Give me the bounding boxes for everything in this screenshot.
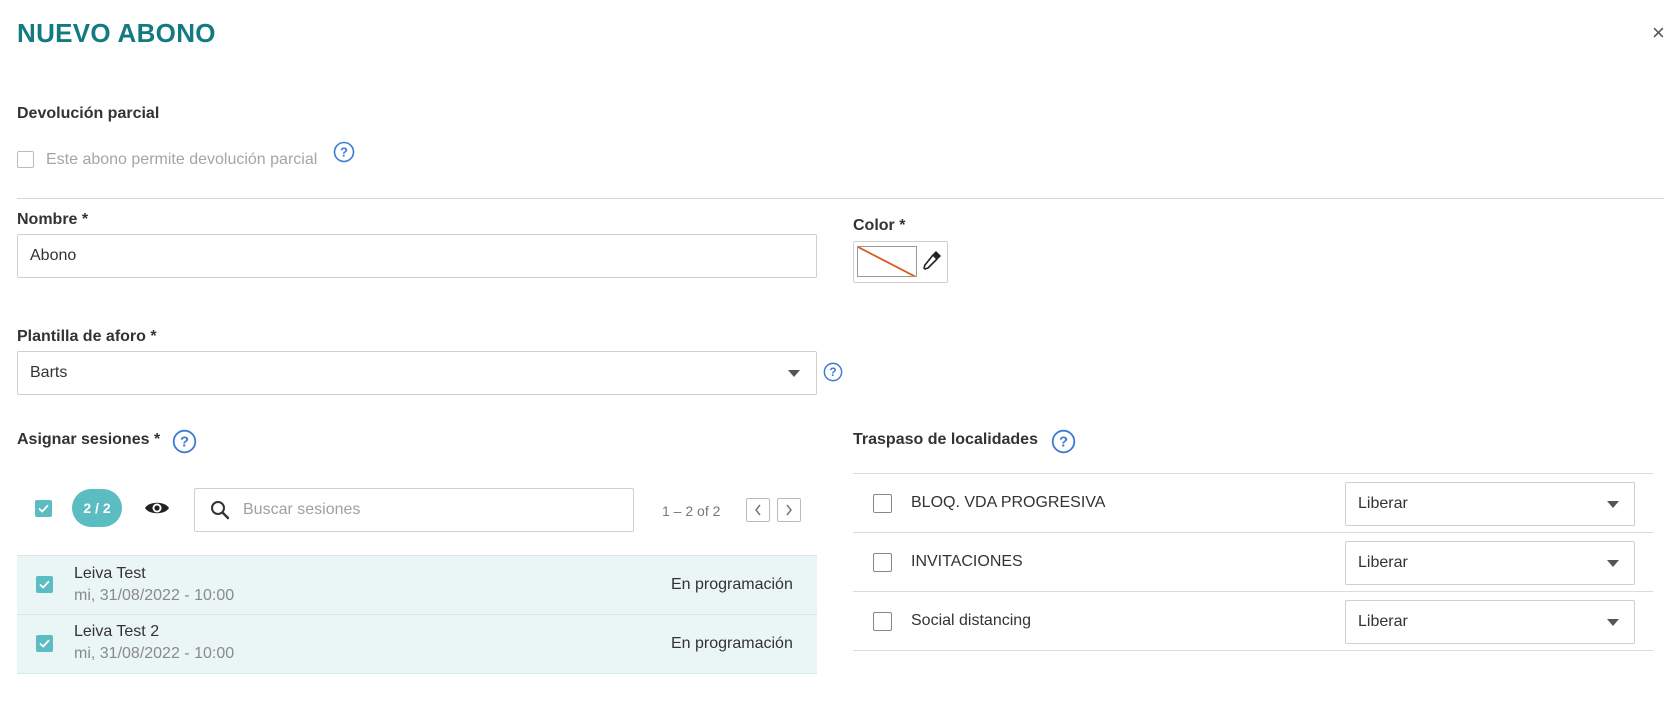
name-input-value: Abono	[30, 247, 77, 264]
select-all-sessions-checkbox[interactable]	[35, 500, 52, 517]
transfer-heading: Traspaso de localidades	[853, 431, 1038, 448]
transfer-label: INVITACIONES	[911, 553, 1023, 570]
chevron-left-icon	[755, 504, 761, 516]
transfer-option-select[interactable]: Liberar	[1345, 600, 1635, 644]
session-date: mi, 31/08/2022 - 10:00	[74, 587, 235, 604]
divider	[853, 650, 1653, 651]
divider	[853, 532, 1653, 533]
dialog-title: NUEVO ABONO	[17, 18, 216, 48]
partial-refund-label: Este abono permite devolución parcial	[46, 151, 318, 168]
eye-icon[interactable]	[143, 497, 171, 519]
pagination-text: 1 – 2 of 2	[662, 503, 721, 519]
session-status: En programación	[671, 576, 793, 593]
transfer-label: Social distancing	[911, 612, 1032, 629]
svg-text:?: ?	[180, 435, 189, 451]
svg-text:?: ?	[829, 365, 836, 379]
sessions-heading: Asignar sesiones *	[17, 431, 161, 448]
chevron-down-icon	[1607, 619, 1619, 626]
chevron-down-icon	[1607, 560, 1619, 567]
svg-text:?: ?	[1059, 435, 1068, 451]
chevron-right-icon	[786, 504, 792, 516]
selected-count-badge[interactable]: 2 / 2	[72, 489, 122, 527]
capacity-template-label: Plantilla de aforo *	[17, 328, 157, 345]
help-icon[interactable]: ?	[172, 429, 197, 454]
transfer-option-value: Liberar	[1358, 554, 1408, 571]
transfer-label: BLOQ. VDA PROGRESIVA	[911, 494, 1106, 511]
transfer-checkbox[interactable]	[873, 553, 892, 572]
name-label: Nombre *	[17, 211, 89, 228]
transfer-option-value: Liberar	[1358, 495, 1408, 512]
divider	[853, 473, 1653, 474]
name-input[interactable]: Abono	[17, 234, 817, 278]
session-search-input[interactable]: Buscar sesiones	[194, 488, 634, 532]
session-title: Leiva Test	[74, 565, 146, 582]
chevron-down-icon	[788, 370, 800, 377]
partial-refund-heading: Devolución parcial	[17, 105, 160, 122]
session-title: Leiva Test 2	[74, 623, 160, 640]
eyedropper-icon[interactable]	[921, 249, 943, 271]
help-icon[interactable]: ?	[333, 141, 355, 163]
transfer-checkbox[interactable]	[873, 494, 892, 513]
chevron-down-icon	[1607, 501, 1619, 508]
capacity-template-value: Barts	[30, 364, 68, 381]
help-icon[interactable]: ?	[1051, 429, 1076, 454]
session-checkbox[interactable]	[36, 576, 53, 593]
capacity-template-select[interactable]: Barts	[17, 351, 817, 395]
transfer-option-select[interactable]: Liberar	[1345, 541, 1635, 585]
session-date: mi, 31/08/2022 - 10:00	[74, 645, 235, 662]
close-icon[interactable]: ×	[1652, 20, 1664, 46]
session-search-placeholder: Buscar sesiones	[243, 501, 361, 518]
session-checkbox[interactable]	[36, 635, 53, 652]
previous-page-button[interactable]	[746, 498, 770, 522]
divider	[853, 591, 1653, 592]
help-icon[interactable]: ?	[823, 362, 843, 382]
next-page-button[interactable]	[777, 498, 801, 522]
transfer-option-select[interactable]: Liberar	[1345, 482, 1635, 526]
search-icon	[211, 501, 230, 520]
svg-text:?: ?	[340, 145, 348, 160]
transfer-checkbox[interactable]	[873, 612, 892, 631]
partial-refund-checkbox[interactable]	[17, 151, 34, 168]
color-swatch-none[interactable]	[857, 246, 917, 277]
divider	[17, 198, 1664, 199]
color-label: Color *	[853, 217, 906, 234]
transfer-option-value: Liberar	[1358, 613, 1408, 630]
session-status: En programación	[671, 635, 793, 652]
